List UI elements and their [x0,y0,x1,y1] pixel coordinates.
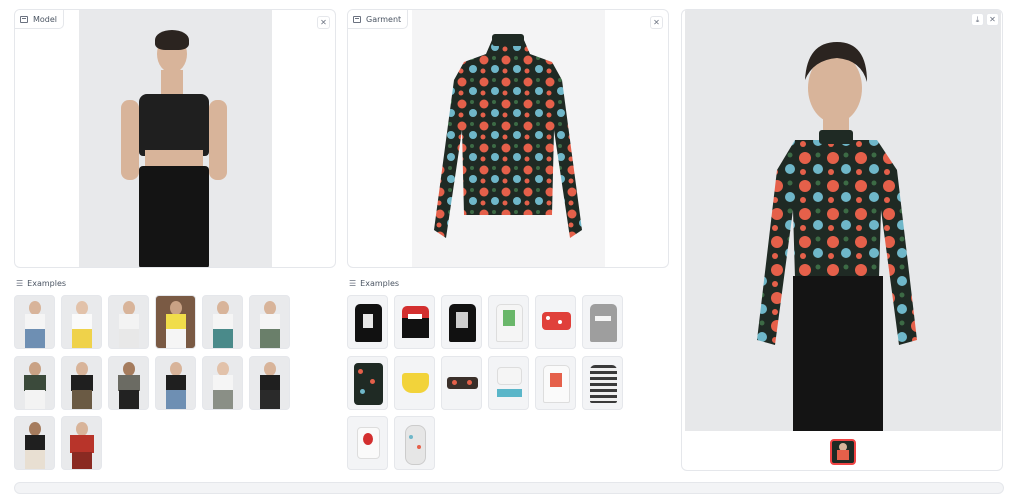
model-example-thumb[interactable] [108,295,149,349]
garment-example-thumb[interactable] [535,356,576,410]
garment-examples-title: Examples [360,279,400,288]
close-icon[interactable]: ✕ [986,13,999,26]
model-examples-title: Examples [27,279,67,288]
close-icon[interactable]: ✕ [317,16,330,29]
garment-example-thumb[interactable] [441,295,482,349]
result-thumbnail[interactable] [830,439,856,465]
model-example-thumb[interactable] [249,295,290,349]
model-example-thumb[interactable] [202,295,243,349]
garment-panel-label: Garment [348,10,409,29]
garment-panel-title: Garment [366,14,402,24]
model-example-thumb[interactable] [61,416,102,470]
model-example-thumb[interactable] [61,295,102,349]
model-example-thumb[interactable] [14,416,55,470]
image-icon [20,15,28,23]
model-example-thumb[interactable] [14,356,55,410]
tryon-result-graphic [757,42,917,431]
close-icon[interactable]: ✕ [650,16,663,29]
garment-image-panel[interactable]: Garment ✕ [347,9,669,268]
garment-example-thumb[interactable] [535,295,576,349]
model-example-thumb[interactable] [155,356,196,410]
model-example-thumb[interactable] [155,295,196,349]
model-panel-title: Model [33,14,58,24]
garment-example-thumb[interactable] [394,356,435,410]
model-example-thumb[interactable] [14,295,55,349]
garment-example-thumb[interactable] [488,295,529,349]
model-panel-label: Model [15,10,65,29]
garment-example-thumb[interactable] [347,416,388,470]
garment-examples-label: ☰ Examples [349,279,399,288]
model-example-thumb[interactable] [202,356,243,410]
list-icon: ☰ [349,279,357,288]
garment-example-thumb[interactable] [582,356,623,410]
garment-example-thumb[interactable] [394,295,435,349]
model-image-panel[interactable]: Model ✕ [14,9,336,268]
result-image-panel: ⤓ ✕ [681,9,1003,471]
result-image [685,10,1001,431]
model-example-thumb[interactable] [108,356,149,410]
list-icon: ☰ [16,279,24,288]
model-examples-label: ☰ Examples [16,279,66,288]
garment-example-thumb[interactable] [394,416,435,470]
garment-example-thumb[interactable] [441,356,482,410]
garment-example-thumb[interactable] [347,356,388,410]
garment-example-thumb[interactable] [582,295,623,349]
model-image [79,10,272,267]
bottom-bar [14,482,1004,494]
download-icon[interactable]: ⤓ [971,13,984,26]
floral-blouse-graphic [434,34,582,238]
garment-image [412,10,605,267]
image-icon [353,15,361,23]
garment-example-thumb[interactable] [347,295,388,349]
garment-example-thumb[interactable] [488,356,529,410]
model-example-thumb[interactable] [249,356,290,410]
model-example-thumb[interactable] [61,356,102,410]
